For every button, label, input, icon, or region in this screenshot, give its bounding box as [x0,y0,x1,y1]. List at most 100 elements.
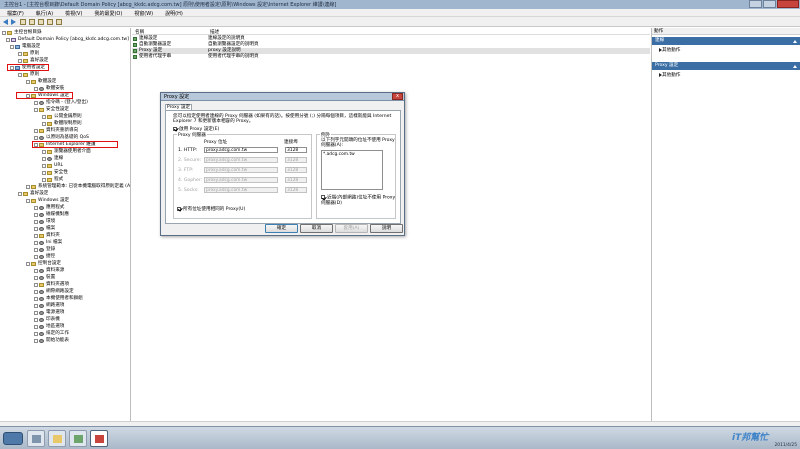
column-name-header[interactable]: 名稱 [135,29,144,35]
expand-toggle-icon[interactable] [34,241,38,245]
show-tree-icon[interactable] [29,19,35,25]
tree-node[interactable]: 登錄 [34,247,55,253]
tree-node[interactable]: 資料來源 [34,268,64,274]
tree-node[interactable]: 安全性 [42,170,68,176]
expand-toggle-icon[interactable] [42,178,46,182]
expand-toggle-icon[interactable] [34,283,38,287]
menu-view[interactable]: 檢視(V) [58,9,87,17]
expand-toggle-icon[interactable] [34,206,38,210]
expand-toggle-icon[interactable] [26,262,30,266]
close-button[interactable] [777,0,799,8]
menu-action[interactable]: 執行(A) [29,9,58,17]
expand-toggle-icon[interactable] [26,80,30,84]
help-icon[interactable] [47,19,53,25]
properties-icon[interactable] [38,19,44,25]
tree-node[interactable]: 主控台根目錄 [2,30,42,36]
back-arrow-icon[interactable] [3,19,8,25]
expand-toggle-icon[interactable] [2,31,6,35]
expand-toggle-icon[interactable] [34,318,38,322]
expand-toggle-icon[interactable] [42,122,46,126]
expand-toggle-icon[interactable] [34,227,38,231]
tree-node[interactable]: 裝置 [34,275,55,281]
expand-toggle-icon[interactable] [34,87,38,91]
expand-toggle-icon[interactable] [42,150,46,154]
expand-toggle-icon[interactable] [26,185,30,189]
tree-node[interactable]: 環境 [34,219,55,225]
expand-toggle-icon[interactable] [34,339,38,343]
tree-node[interactable]: 資料夾重新導向 [34,128,78,134]
forward-arrow-icon[interactable] [11,19,16,25]
tree-node[interactable]: 指令碼 - (登入/登出) [34,100,88,106]
expand-toggle-icon[interactable] [18,192,22,196]
tree-node[interactable]: Default Domain Policy [abcg_kkdc.adcg.co… [6,37,129,43]
taskbar-app-explorer[interactable] [69,430,87,447]
menu-help[interactable]: 說明(H) [158,9,188,17]
tree-node[interactable]: URL [42,163,63,169]
taskbar-app-mmc[interactable] [90,430,108,447]
tree-node[interactable]: 網際網路設定 [34,289,74,295]
expand-toggle-icon[interactable] [34,297,38,301]
menu-favorites[interactable]: 我的最愛(O) [87,9,127,17]
tree-node[interactable]: Windows 設定 [26,198,69,204]
tree-node[interactable]: 原則 [18,51,39,57]
tree-node[interactable]: 本機使用者和群組 [34,296,83,302]
up-folder-icon[interactable] [20,19,26,25]
tree-node[interactable]: 印表機 [34,317,60,323]
expand-toggle-icon[interactable] [34,213,38,217]
tree-node[interactable]: 應用程式 [34,205,64,211]
tree-node[interactable]: 資料夾 [34,233,60,239]
tree-node[interactable]: 公開金鑰原則 [42,114,82,120]
dialog-close-button[interactable]: x [392,93,403,100]
bypass-local-checkbox[interactable]: 近端(內部網路)位址不使用 Proxy 伺服器(D) [321,195,396,206]
expand-toggle-icon[interactable] [34,325,38,329]
tree-node[interactable]: 系統管理範本: 已從本機電腦取得原則定義 (ADMX 檔案) [26,184,130,190]
menu-file[interactable]: 檔案(F) [0,9,29,17]
tree-node[interactable]: 網路選項 [34,303,64,309]
expand-toggle-icon[interactable] [34,276,38,280]
maximize-button[interactable] [763,0,776,8]
tree-node[interactable]: Ini 檔案 [34,240,62,246]
tree-node[interactable]: 連線 [42,156,63,162]
clock[interactable]: 2011/4/25 [774,443,797,448]
tree-node[interactable]: 資料夾選項 [34,282,69,288]
expand-toggle-icon[interactable] [10,45,14,49]
action-more-actions[interactable]: 其他動作 [654,72,680,78]
tree-node[interactable]: 磁碟機對應 [34,212,69,218]
expand-toggle-icon[interactable] [34,311,38,315]
tree-node[interactable]: 安全性設定 [34,107,69,113]
help-button[interactable]: 說明 [370,224,403,233]
tree-node[interactable]: 軟體設定 [26,79,56,85]
proxy-port-input[interactable]: 3128 [285,147,307,153]
tree-node[interactable]: 喜好設定 [18,191,48,197]
tree-node[interactable]: 開始功能表 [34,338,69,344]
expand-toggle-icon[interactable] [34,101,38,105]
tree-node[interactable]: 電腦設定 [10,44,40,50]
expand-toggle-icon[interactable] [42,171,46,175]
expand-toggle-icon[interactable] [26,199,30,203]
tree-node[interactable]: 控制台設定 [26,261,61,267]
list-item[interactable]: 使用者代理字串 使用者代理字串的說明頁 [132,54,650,60]
proxy-address-input[interactable]: proxy.adcg.com.tw [204,147,278,153]
expand-toggle-icon[interactable] [6,38,10,42]
expand-toggle-icon[interactable] [34,290,38,294]
tree-node[interactable]: 檔案 [34,226,55,232]
expand-toggle-icon[interactable] [34,269,38,273]
same-proxy-checkbox[interactable]: 所有位址使用相同的 Proxy(U) [177,206,245,212]
tree-node[interactable]: 程式 [42,177,63,183]
menu-window[interactable]: 視窗(W) [127,9,158,17]
expand-toggle-icon[interactable] [34,234,38,238]
taskbar-app-powershell[interactable] [48,430,66,447]
expand-toggle-icon[interactable] [34,332,38,336]
taskbar-app-server-manager[interactable] [27,430,45,447]
tree-node[interactable]: 排定的工作 [34,331,69,337]
action-more-actions[interactable]: 其他動作 [654,47,680,53]
tree-node[interactable]: 電源選項 [34,310,64,316]
expand-toggle-icon[interactable] [18,73,22,77]
ok-button[interactable]: 確定 [265,224,298,233]
start-button[interactable] [3,432,23,445]
expand-toggle-icon[interactable] [34,248,38,252]
export-list-icon[interactable] [56,19,62,25]
expand-toggle-icon[interactable] [34,255,38,259]
expand-toggle-icon[interactable] [34,129,38,133]
tree-node[interactable]: 瀏覽器使用者介面 [42,149,91,155]
